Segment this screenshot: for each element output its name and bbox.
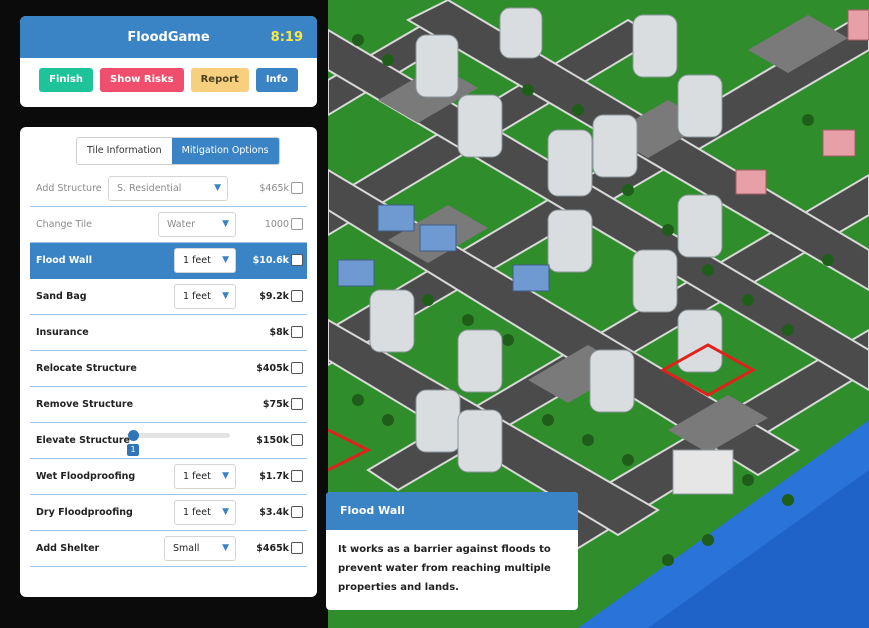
show-risks-button[interactable]: Show Risks — [100, 68, 184, 92]
tile-type-select[interactable]: Water ▼ — [158, 212, 236, 237]
checkbox[interactable] — [291, 254, 303, 266]
row-relocate-structure[interactable]: Relocate Structure $405k — [30, 351, 307, 387]
row-flood-wall[interactable]: Flood Wall 1 feet ▼ $10.6k — [30, 243, 307, 279]
row-price: $10.6k — [252, 255, 289, 266]
row-price: $8k — [269, 327, 289, 338]
select-value: S. Residential — [117, 183, 182, 194]
row-price: $405k — [256, 363, 289, 374]
tab-tile-information[interactable]: Tile Information — [77, 138, 172, 164]
chevron-down-icon: ▼ — [222, 291, 229, 301]
tab-mitigation-options[interactable]: Mitigation Options — [171, 138, 279, 164]
toolbar: Finish Show Risks Report Info — [20, 68, 317, 92]
row-remove-structure[interactable]: Remove Structure $75k — [30, 387, 307, 423]
row-price: $1.7k — [259, 471, 289, 482]
height-select[interactable]: 1 feet ▼ — [174, 464, 236, 489]
header-card: FloodGame 8:19 Finish Show Risks Report … — [20, 16, 317, 107]
left-sidebar: FloodGame 8:19 Finish Show Risks Report … — [0, 0, 328, 628]
checkbox[interactable] — [291, 182, 303, 194]
height-select[interactable]: 1 feet ▼ — [174, 248, 236, 273]
checkbox[interactable] — [291, 506, 303, 518]
row-label: Change Tile — [36, 219, 93, 230]
checkbox[interactable] — [291, 218, 303, 230]
title-bar: FloodGame 8:19 — [20, 16, 317, 58]
row-price: 1000 — [264, 219, 289, 230]
checkbox[interactable] — [291, 542, 303, 554]
checkbox[interactable] — [291, 434, 303, 446]
tab-bar: Tile Information Mitigation Options — [76, 137, 280, 165]
options-panel: Tile Information Mitigation Options Add … — [20, 127, 317, 597]
slider-track[interactable] — [130, 433, 230, 438]
row-label: Elevate Structure — [36, 435, 130, 446]
row-label: Insurance — [36, 327, 89, 338]
checkbox[interactable] — [291, 362, 303, 374]
game-timer: 8:19 — [270, 30, 303, 45]
slider-handle[interactable] — [128, 430, 139, 441]
row-price: $150k — [256, 435, 289, 446]
height-select[interactable]: 1 feet ▼ — [174, 500, 236, 525]
shelter-size-select[interactable]: Small ▼ — [164, 536, 236, 561]
row-dry-floodproofing[interactable]: Dry Floodproofing 1 feet ▼ $3.4k — [30, 495, 307, 531]
report-button[interactable]: Report — [190, 68, 249, 92]
select-value: 1 feet — [183, 507, 211, 518]
row-label: Relocate Structure — [36, 363, 137, 374]
info-button[interactable]: Info — [255, 68, 298, 92]
row-elevate-structure[interactable]: Elevate Structure 1 $150k — [30, 423, 307, 459]
row-label: Add Shelter — [36, 543, 100, 554]
height-select[interactable]: 1 feet ▼ — [174, 284, 236, 309]
row-label: Flood Wall — [36, 255, 92, 266]
chevron-down-icon: ▼ — [222, 507, 229, 517]
select-value: Water — [167, 219, 196, 230]
select-value: 1 feet — [183, 471, 211, 482]
row-insurance[interactable]: Insurance $8k — [30, 315, 307, 351]
row-price: $465k — [259, 183, 289, 194]
finish-button[interactable]: Finish — [39, 68, 93, 92]
row-price: $465k — [256, 543, 289, 554]
chevron-down-icon: ▼ — [222, 255, 229, 265]
checkbox[interactable] — [291, 398, 303, 410]
tooltip-flood-wall: Flood Wall It works as a barrier against… — [326, 492, 578, 610]
structure-type-select[interactable]: S. Residential ▼ — [108, 176, 228, 201]
tooltip-text: It works as a barrier against floods to … — [338, 544, 551, 593]
chevron-down-icon: ▼ — [222, 471, 229, 481]
row-label: Dry Floodproofing — [36, 507, 133, 518]
select-value: 1 feet — [183, 291, 211, 302]
row-label: Remove Structure — [36, 399, 134, 410]
select-value: Small — [173, 543, 200, 554]
chevron-down-icon: ▼ — [214, 183, 221, 193]
chevron-down-icon: ▼ — [222, 219, 229, 229]
row-price: $75k — [262, 399, 289, 410]
checkbox[interactable] — [291, 470, 303, 482]
tooltip-title: Flood Wall — [326, 492, 578, 530]
row-label: Wet Floodproofing — [36, 471, 136, 482]
row-label: Sand Bag — [36, 291, 87, 302]
checkbox[interactable] — [291, 290, 303, 302]
row-add-shelter[interactable]: Add Shelter Small ▼ $465k — [30, 531, 307, 567]
checkbox[interactable] — [291, 326, 303, 338]
row-wet-floodproofing[interactable]: Wet Floodproofing 1 feet ▼ $1.7k — [30, 459, 307, 495]
select-value: 1 feet — [183, 255, 211, 266]
row-price: $3.4k — [259, 507, 289, 518]
chevron-down-icon: ▼ — [222, 543, 229, 553]
slider-value: 1 — [127, 444, 139, 456]
mitigation-list: Add Structure S. Residential ▼ $465k Cha… — [30, 171, 307, 567]
row-sand-bag[interactable]: Sand Bag 1 feet ▼ $9.2k — [30, 279, 307, 315]
row-price: $9.2k — [259, 291, 289, 302]
row-add-structure: Add Structure S. Residential ▼ $465k — [30, 171, 307, 207]
row-label: Add Structure — [36, 183, 102, 194]
row-change-tile: Change Tile Water ▼ 1000 — [30, 207, 307, 243]
